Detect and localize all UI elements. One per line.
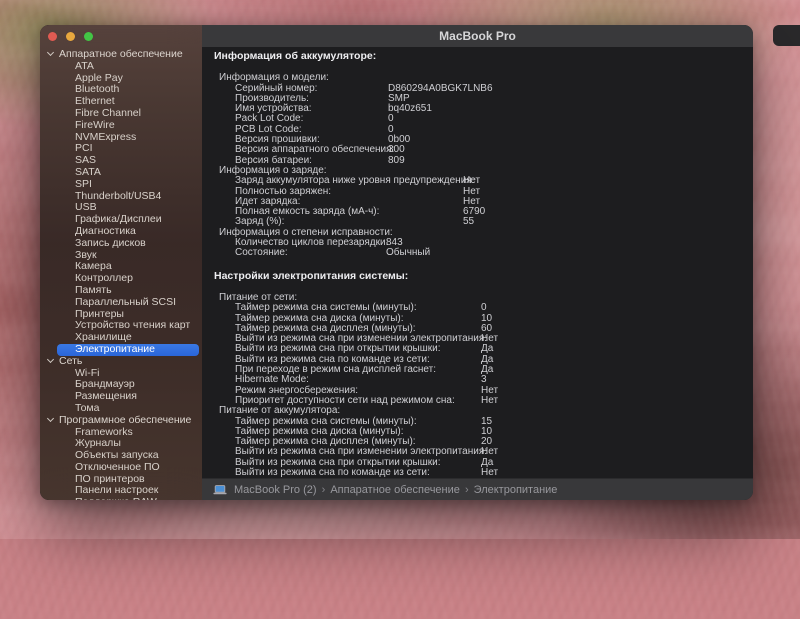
sidebar-item-брандмауэр[interactable]: Брандмауэр xyxy=(40,379,202,391)
sidebar-item-объекты-запуска[interactable]: Объекты запуска xyxy=(40,450,202,462)
laptop-icon xyxy=(213,485,227,495)
sidebar-item-тома[interactable]: Тома xyxy=(40,403,202,415)
sidebar-item-хранилище[interactable]: Хранилище xyxy=(40,332,202,344)
sidebar-item-fibre-channel[interactable]: Fibre Channel xyxy=(40,108,202,120)
sidebar-item-spi[interactable]: SPI xyxy=(40,179,202,191)
system-information-window: Аппаратное обеспечениеATAApple PayBlueto… xyxy=(40,25,753,500)
sidebar-section-программное-обеспечение[interactable]: Программное обеспечение xyxy=(40,415,202,427)
sidebar-item-графика-дисплеи[interactable]: Графика/Дисплеи xyxy=(40,214,202,226)
sidebar-item-frameworks[interactable]: Frameworks xyxy=(40,427,202,439)
breadcrumb-device: MacBook Pro (2) xyxy=(234,484,317,496)
info-value: Обычный xyxy=(386,248,430,258)
sidebar-item-журналы[interactable]: Журналы xyxy=(40,438,202,450)
sidebar-list: Аппаратное обеспечениеATAApple PayBlueto… xyxy=(40,49,202,500)
close-button[interactable] xyxy=(48,32,57,41)
info-label: Таймер режима сна системы (минуты): xyxy=(235,303,481,313)
info-row: Количество циклов перезарядки:843 xyxy=(235,238,745,248)
sidebar-item-размещения[interactable]: Размещения xyxy=(40,391,202,403)
sidebar-item-sas[interactable]: SAS xyxy=(40,155,202,167)
breadcrumb: MacBook Pro (2) › Аппаратное обеспечение… xyxy=(234,484,557,496)
zoom-button[interactable] xyxy=(84,32,93,41)
sidebar-item-по-принтеров[interactable]: ПО принтеров xyxy=(40,474,202,486)
info-row: Состояние:Обычный xyxy=(235,248,745,258)
info-value: 809 xyxy=(388,156,405,166)
power-settings-heading: Настройки электропитания системы: xyxy=(214,271,745,281)
info-value: bq40z651 xyxy=(388,104,432,114)
breadcrumb-separator: › xyxy=(317,484,331,496)
minimize-button[interactable] xyxy=(66,32,75,41)
sidebar-item-диагностика[interactable]: Диагностика xyxy=(40,226,202,238)
sidebar-item-контроллер[interactable]: Контроллер xyxy=(40,273,202,285)
sidebar-item-nvmexpress[interactable]: NVMExpress xyxy=(40,132,202,144)
battery-pane: Информация об аккумуляторе: Информация о… xyxy=(202,47,753,479)
sidebar-item-память[interactable]: Память xyxy=(40,285,202,297)
sidebar-item-панели-настроек[interactable]: Панели настроек xyxy=(40,485,202,497)
battery-groups: Информация о модели:Серийный номер:D8602… xyxy=(214,73,745,258)
sidebar-item-apple-pay[interactable]: Apple Pay xyxy=(40,73,202,85)
sidebar-item-ata[interactable]: ATA xyxy=(40,61,202,73)
sidebar-item-камера[interactable]: Камера xyxy=(40,261,202,273)
status-bar: MacBook Pro (2) › Аппаратное обеспечение… xyxy=(202,478,753,500)
sidebar-item-sata[interactable]: SATA xyxy=(40,167,202,179)
sidebar-item-wi-fi[interactable]: Wi-Fi xyxy=(40,368,202,380)
info-row: Таймер режима сна системы (минуты):0 xyxy=(235,303,745,313)
sidebar-item-usb[interactable]: USB xyxy=(40,202,202,214)
sidebar-item-pci[interactable]: PCI xyxy=(40,143,202,155)
chevron-down-icon[interactable] xyxy=(47,415,54,422)
sidebar: Аппаратное обеспечениеATAApple PayBlueto… xyxy=(40,25,202,500)
breadcrumb-separator: › xyxy=(460,484,474,496)
sidebar-item-устройство-чтения-карт[interactable]: Устройство чтения карт xyxy=(40,320,202,332)
info-label: Состояние: xyxy=(235,248,386,258)
info-row: Выйти из режима сна по команде из сети:Н… xyxy=(235,468,745,478)
sidebar-item-bluetooth[interactable]: Bluetooth xyxy=(40,84,202,96)
info-value: Нет xyxy=(481,396,498,406)
breadcrumb-segment: Электропитание xyxy=(474,484,558,496)
window-title: MacBook Pro xyxy=(439,29,516,43)
sidebar-item-принтеры[interactable]: Принтеры xyxy=(40,309,202,321)
sidebar-item-электропитание[interactable]: Электропитание xyxy=(57,344,199,356)
power-groups: Питание от сети:Таймер режима сна систем… xyxy=(214,293,745,478)
sidebar-item-firewire[interactable]: FireWire xyxy=(40,120,202,132)
background-window-edge xyxy=(773,25,800,46)
info-row: Имя устройства:bq40z651 xyxy=(235,104,745,114)
sidebar-item-отключенное-по[interactable]: Отключенное ПО xyxy=(40,462,202,474)
sidebar-section-аппаратное-обеспечение[interactable]: Аппаратное обеспечение xyxy=(40,49,202,61)
window-controls xyxy=(48,32,93,41)
battery-info-heading: Информация об аккумуляторе: xyxy=(214,51,745,61)
info-value: Нет xyxy=(481,468,498,478)
chevron-down-icon[interactable] xyxy=(47,356,54,363)
breadcrumb-segment: Аппаратное обеспечение xyxy=(330,484,460,496)
chevron-down-icon[interactable] xyxy=(47,49,54,56)
info-row: Полностью заряжен:Нет xyxy=(235,187,745,197)
sidebar-item-запись-дисков[interactable]: Запись дисков xyxy=(40,238,202,250)
sidebar-item-параллельный-scsi[interactable]: Параллельный SCSI xyxy=(40,297,202,309)
title-bar[interactable]: MacBook Pro xyxy=(202,25,753,48)
group-label: Питание от аккумулятора: xyxy=(219,406,745,416)
info-row: При переходе в режим сна дисплей гаснет:… xyxy=(235,365,745,375)
info-row: Pack Lot Code:0 xyxy=(235,114,745,124)
sidebar-item-ethernet[interactable]: Ethernet xyxy=(40,96,202,108)
info-value: 55 xyxy=(463,217,474,227)
sidebar-item-поддержка-raw[interactable]: Поддержка RAW xyxy=(40,497,202,500)
info-row: Серийный номер:D860294A0BGK7LNB6 xyxy=(235,84,745,94)
sidebar-item-звук[interactable]: Звук xyxy=(40,250,202,262)
info-value: 0 xyxy=(481,303,487,313)
sidebar-section-сеть[interactable]: Сеть xyxy=(40,356,202,368)
info-row: Полная емкость заряда (мА-ч):6790 xyxy=(235,207,745,217)
info-label: Выйти из режима сна по команде из сети: xyxy=(235,468,481,478)
sidebar-item-thunderbolt-usb4[interactable]: Thunderbolt/USB4 xyxy=(40,191,202,203)
